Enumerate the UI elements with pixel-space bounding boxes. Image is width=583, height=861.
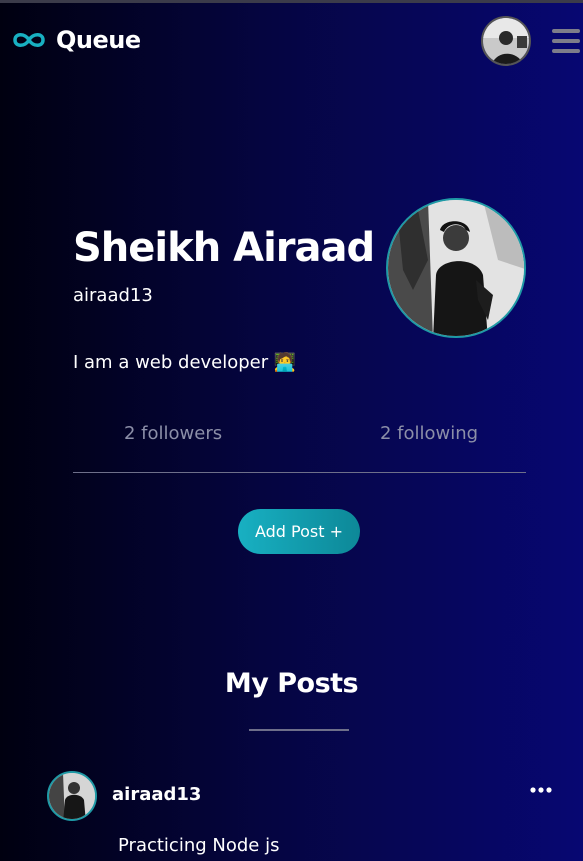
profile-name: Sheikh Airaad bbox=[73, 225, 375, 271]
post-text: Practicing Node js bbox=[118, 835, 280, 856]
more-dots-icon[interactable] bbox=[528, 780, 554, 800]
brand-name: Queue bbox=[56, 26, 141, 54]
profile-bio: I am a web developer 🧑‍💻 bbox=[73, 352, 297, 373]
followers-count[interactable]: 2 followers bbox=[124, 423, 222, 444]
infinity-icon bbox=[10, 25, 48, 55]
hamburger-icon[interactable] bbox=[552, 29, 580, 53]
profile-avatar bbox=[386, 198, 526, 338]
navbar: Queue bbox=[0, 3, 583, 79]
following-count[interactable]: 2 following bbox=[380, 423, 478, 444]
my-posts-title: My Posts bbox=[224, 668, 359, 699]
profile-divider bbox=[73, 472, 526, 473]
post-username[interactable]: airaad13 bbox=[112, 784, 201, 805]
add-post-button[interactable]: Add Post + bbox=[238, 509, 360, 554]
nav-user-avatar[interactable] bbox=[481, 16, 531, 66]
post-user-avatar[interactable] bbox=[47, 771, 97, 821]
my-posts-underline bbox=[249, 729, 349, 731]
profile-handle: airaad13 bbox=[73, 285, 153, 306]
brand-logo[interactable]: Queue bbox=[10, 25, 141, 55]
